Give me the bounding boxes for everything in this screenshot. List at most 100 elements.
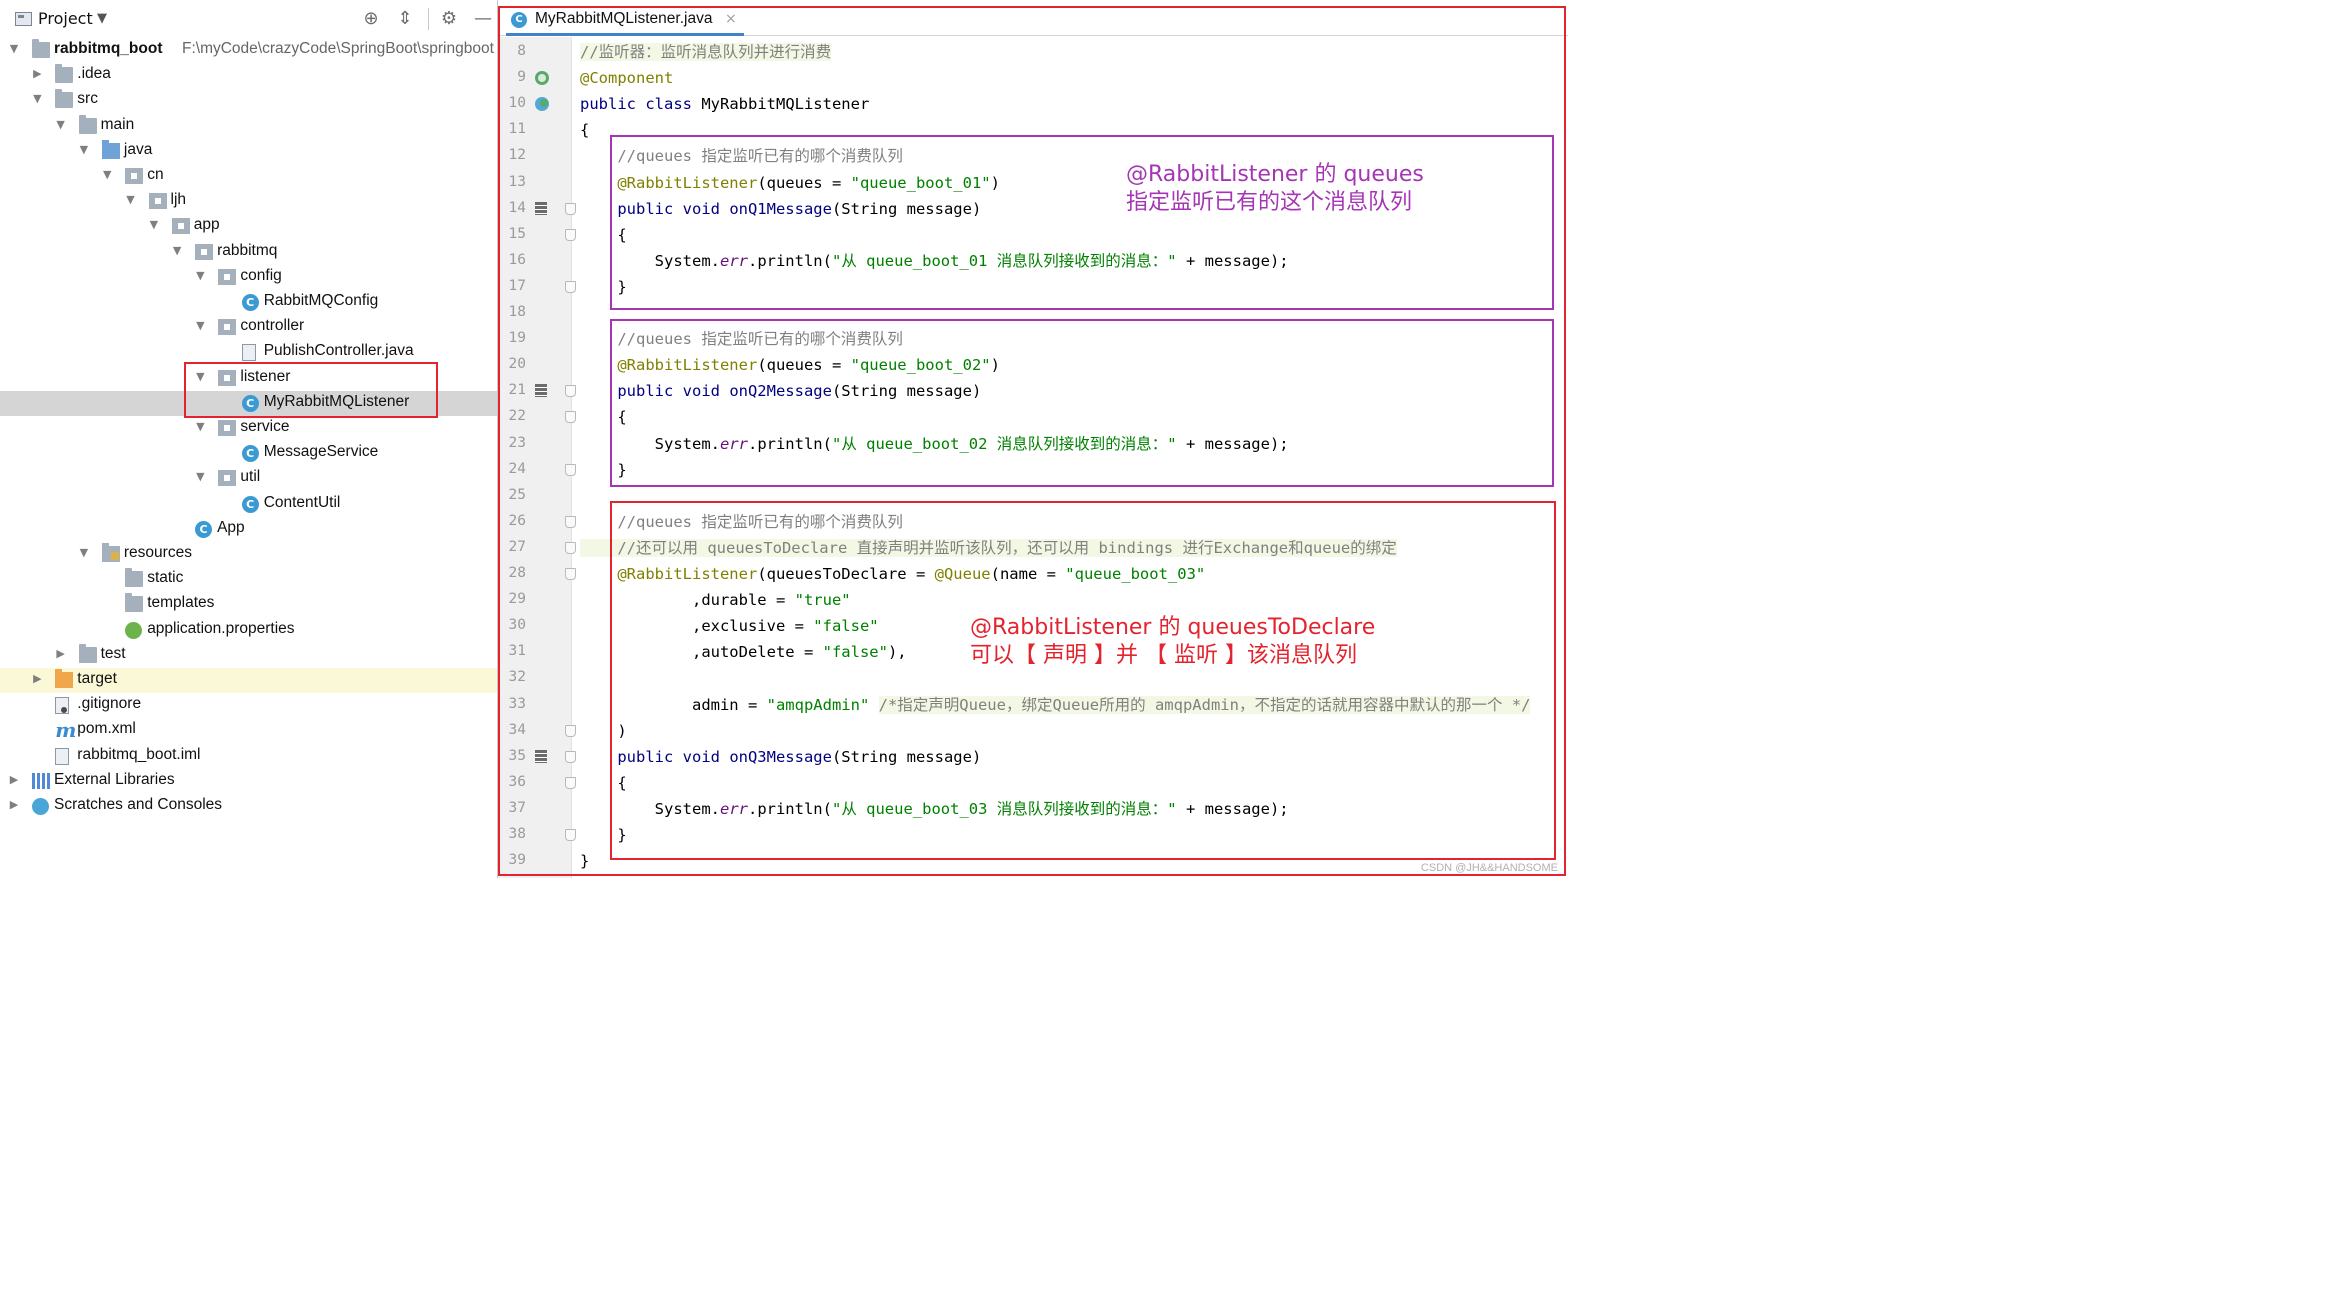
line-number[interactable]: 29 xyxy=(498,591,526,607)
tree-item-scratches-and-consoles[interactable]: ▶ Scratches and Consoles xyxy=(0,794,497,819)
code-line[interactable]: { xyxy=(580,117,589,143)
code-line[interactable]: { xyxy=(580,770,626,796)
minimize-icon[interactable]: — xyxy=(472,8,494,30)
line-number[interactable]: 8 xyxy=(498,43,526,59)
tree-item-rabbitmq-boot-iml[interactable]: rabbitmq_boot.iml xyxy=(0,744,497,769)
fold-marker-icon[interactable] xyxy=(565,568,576,580)
tree-item-main[interactable]: ▼ main xyxy=(0,114,497,139)
tree-item-rabbitmqconfig[interactable]: C RabbitMQConfig xyxy=(0,290,497,315)
tree-item-pom-xml[interactable]: m pom.xml xyxy=(0,718,497,743)
code-line[interactable]: } xyxy=(580,457,626,483)
code-line[interactable]: //还可以用 queuesToDeclare 直接声明并监听该队列，还可以用 b… xyxy=(580,535,1397,561)
expanded-arrow-icon[interactable]: ▼ xyxy=(148,218,160,231)
fold-marker-icon[interactable] xyxy=(565,724,576,737)
collapsed-arrow-icon[interactable]: ▶ xyxy=(31,67,43,80)
chevron-down-icon[interactable]: ▼ xyxy=(97,11,107,26)
code-line[interactable]: { xyxy=(580,222,626,248)
line-number[interactable]: 36 xyxy=(498,774,526,790)
collapsed-arrow-icon[interactable]: ▶ xyxy=(8,773,20,786)
code-line[interactable]: System.err.println("从 queue_boot_02 消息队列… xyxy=(580,431,1289,457)
tree-item-service[interactable]: ▼ service xyxy=(0,416,497,441)
code-line[interactable]: //监听器：监听消息队列并进行消费 xyxy=(580,39,832,65)
expanded-arrow-icon[interactable]: ▼ xyxy=(78,546,90,559)
tree-item-java[interactable]: ▼ java xyxy=(0,139,497,164)
code-line[interactable]: ,exclusive = "false" xyxy=(580,613,879,639)
code-line[interactable]: } xyxy=(580,822,626,848)
line-number[interactable]: 17 xyxy=(498,278,526,294)
locate-icon[interactable]: ⊕ xyxy=(360,8,382,30)
tree-item-resources[interactable]: ▼ resources xyxy=(0,542,497,567)
fold-marker-icon[interactable] xyxy=(565,776,576,789)
fold-marker-icon[interactable] xyxy=(565,829,576,841)
fold-marker-icon[interactable] xyxy=(565,463,576,476)
fold-marker-icon[interactable] xyxy=(565,515,576,528)
tree-item-idea[interactable]: ▶ .idea xyxy=(0,63,497,88)
tree-item-rabbitmq-boot[interactable]: ▼ rabbitmq_boot F:\myCode\crazyCode\Spring… xyxy=(0,38,497,63)
tree-item-templates[interactable]: templates xyxy=(0,592,497,617)
code-line[interactable]: @RabbitListener(queues = "queue_boot_01"… xyxy=(580,170,1000,196)
code-line[interactable]: System.err.println("从 queue_boot_01 消息队列… xyxy=(580,248,1289,274)
code-line[interactable]: public class MyRabbitMQListener xyxy=(580,91,869,117)
expanded-arrow-icon[interactable]: ▼ xyxy=(194,420,206,433)
spring-bean-icon[interactable] xyxy=(535,71,549,86)
tree-item-external-libraries[interactable]: ▶ External Libraries xyxy=(0,769,497,794)
line-number[interactable]: 27 xyxy=(498,539,526,555)
tree-item-target[interactable]: ▶ target xyxy=(0,668,497,693)
tree-item-util[interactable]: ▼ util xyxy=(0,466,497,491)
tree-item-application-properties[interactable]: application.properties xyxy=(0,618,497,643)
fold-marker-icon[interactable] xyxy=(565,411,576,424)
run-stack-icon[interactable] xyxy=(535,201,547,215)
tree-item-rabbitmq[interactable]: ▼ rabbitmq xyxy=(0,240,497,265)
collapse-icon[interactable]: ⇕ xyxy=(394,8,416,30)
code-line[interactable]: @RabbitListener(queues = "queue_boot_02"… xyxy=(580,352,1000,378)
code-line[interactable]: public void onQ3Message(String message) xyxy=(580,744,981,770)
gear-icon[interactable]: ⚙ xyxy=(438,8,460,30)
code-line[interactable]: } xyxy=(580,848,589,874)
tree-item-src[interactable]: ▼ src xyxy=(0,88,497,113)
run-stack-icon[interactable] xyxy=(535,384,547,398)
tree-item-app[interactable]: ▼ app xyxy=(0,214,497,239)
fold-marker-icon[interactable] xyxy=(565,228,576,241)
code-line[interactable]: @Component xyxy=(580,65,673,91)
code-line[interactable]: //queues 指定监听已有的哪个消费队列 xyxy=(580,326,903,352)
line-number[interactable]: 31 xyxy=(498,643,526,659)
fold-marker-icon[interactable] xyxy=(565,202,576,215)
tree-item-static[interactable]: static xyxy=(0,567,497,592)
expanded-arrow-icon[interactable]: ▼ xyxy=(31,92,43,105)
line-number[interactable]: 9 xyxy=(498,69,526,85)
tree-item-messageservice[interactable]: C MessageService xyxy=(0,441,497,466)
line-number[interactable]: 13 xyxy=(498,174,526,190)
line-number[interactable]: 30 xyxy=(498,617,526,633)
tree-item-app[interactable]: C App xyxy=(0,517,497,542)
code-line[interactable]: ) xyxy=(580,718,626,744)
run-stack-icon[interactable] xyxy=(535,749,547,763)
fold-marker-icon[interactable] xyxy=(565,750,576,763)
close-icon[interactable]: × xyxy=(725,11,737,27)
tree-item-config[interactable]: ▼ config xyxy=(0,265,497,290)
expanded-arrow-icon[interactable]: ▼ xyxy=(125,193,137,206)
collapsed-arrow-icon[interactable]: ▶ xyxy=(55,647,67,660)
expanded-arrow-icon[interactable]: ▼ xyxy=(194,319,206,332)
code-line[interactable]: ,autoDelete = "false"), xyxy=(580,639,907,665)
line-number[interactable]: 34 xyxy=(498,722,526,738)
tab-myrabbitmqlistener[interactable]: C MyRabbitMQListener.java × xyxy=(506,4,744,36)
line-number[interactable]: 38 xyxy=(498,826,526,842)
code-line[interactable]: } xyxy=(580,274,626,300)
line-number[interactable]: 22 xyxy=(498,408,526,424)
line-number[interactable]: 14 xyxy=(498,200,526,216)
line-number-gutter[interactable]: 8 9 10 11 12 13 14 15 16 17 18 19 20 21 22 23 24 25 26 27 28… xyxy=(498,37,576,878)
line-number[interactable]: 16 xyxy=(498,252,526,268)
line-number[interactable]: 15 xyxy=(498,226,526,242)
line-number[interactable]: 18 xyxy=(498,304,526,320)
tree-item-contentutil[interactable]: C ContentUtil xyxy=(0,492,497,517)
line-number[interactable]: 37 xyxy=(498,800,526,816)
code-line[interactable]: public void onQ2Message(String message) xyxy=(580,378,981,404)
expanded-arrow-icon[interactable]: ▼ xyxy=(78,143,90,156)
expanded-arrow-icon[interactable]: ▼ xyxy=(55,118,67,131)
tree-item-ljh[interactable]: ▼ ljh xyxy=(0,189,497,214)
code-line[interactable]: public void onQ1Message(String message) xyxy=(580,196,981,222)
line-number[interactable]: 25 xyxy=(498,487,526,503)
fold-marker-icon[interactable] xyxy=(565,541,576,554)
code-line[interactable]: //queues 指定监听已有的哪个消费队列 xyxy=(580,143,903,169)
code-line[interactable]: @RabbitListener(queuesToDeclare = @Queue… xyxy=(580,561,1205,587)
